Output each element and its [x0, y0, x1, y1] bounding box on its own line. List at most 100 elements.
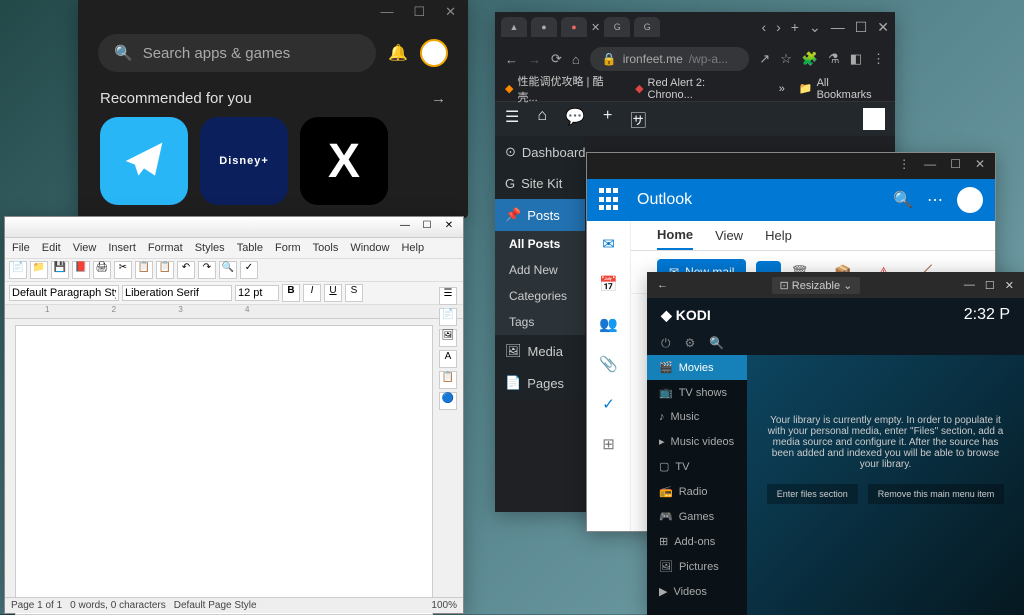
power-icon[interactable]: ⏻ — [661, 336, 671, 351]
menu-icon[interactable]: ☰ — [505, 107, 519, 131]
chrome-tab[interactable]: ▲ — [501, 17, 527, 37]
menu-movies[interactable]: 🎬 Movies — [647, 355, 747, 380]
search-icon[interactable]: 🔍 — [709, 336, 724, 351]
minimize-icon[interactable]: — — [397, 220, 413, 234]
maximize-icon[interactable]: ☐ — [413, 4, 425, 22]
comments-icon[interactable]: 💬 — [565, 107, 585, 131]
home-icon[interactable]: ⌂ — [572, 52, 580, 67]
menu-file[interactable]: File — [9, 240, 33, 256]
status-style[interactable]: Default Page Style — [174, 600, 257, 611]
maximize-icon[interactable]: ☐ — [950, 157, 961, 175]
sidebar-inspect-icon[interactable]: 🔵 — [439, 392, 457, 410]
new-tab-icon[interactable]: + — [791, 19, 799, 36]
bold-icon[interactable]: B — [282, 284, 300, 302]
labs-icon[interactable]: ⚗ — [828, 51, 840, 67]
chrome-tab[interactable]: G — [634, 17, 660, 37]
minimize-icon[interactable]: — — [924, 157, 936, 175]
chrome-tab[interactable]: ● — [561, 17, 587, 37]
menu-music[interactable]: ♪ Music — [647, 405, 747, 429]
minimize-icon[interactable]: — — [964, 279, 975, 291]
sidebar-styles-icon[interactable]: 📄 — [439, 308, 457, 326]
menu-pictures[interactable]: 🖼 Pictures — [647, 554, 747, 579]
back-icon[interactable]: ‹ — [761, 19, 766, 36]
todo-icon[interactable]: ✓ — [602, 395, 615, 413]
bookmark-item[interactable]: ◆性能调优攻略 | 酷壳... — [505, 73, 621, 105]
minimize-icon[interactable]: — — [380, 4, 393, 22]
menu-musicvideos[interactable]: ▸ Music videos — [647, 429, 747, 454]
user-avatar[interactable] — [957, 187, 983, 213]
sidebar-page-icon[interactable]: 📋 — [439, 371, 457, 389]
back-icon[interactable]: ← — [657, 279, 668, 291]
find-icon[interactable]: 🔍 — [219, 261, 237, 279]
translate-icon[interactable]: 🈂 — [630, 107, 646, 131]
app-telegram[interactable] — [100, 117, 188, 205]
redo-icon[interactable]: ↷ — [198, 261, 216, 279]
sidebar-sub-tags[interactable]: Tags — [495, 309, 585, 335]
home-icon[interactable]: ⌂ — [537, 107, 547, 131]
menu-insert[interactable]: Insert — [105, 240, 139, 256]
menu-table[interactable]: Table — [234, 240, 266, 256]
share-icon[interactable]: ↗ — [759, 51, 770, 67]
settings-icon[interactable]: ⚙ — [685, 336, 696, 351]
menu-window[interactable]: Window — [347, 240, 392, 256]
close-icon[interactable]: ✕ — [445, 4, 456, 22]
paragraph-style-select[interactable] — [9, 285, 119, 301]
menu-format[interactable]: Format — [145, 240, 186, 256]
app-disney[interactable]: Disney+ — [200, 117, 288, 205]
document-page[interactable] — [15, 325, 433, 615]
more-icon[interactable]: ⋯ — [927, 190, 943, 210]
apps-icon[interactable]: ⊞ — [602, 435, 615, 453]
cut-icon[interactable]: ✂ — [114, 261, 132, 279]
menu-view[interactable]: View — [70, 240, 100, 256]
close-icon[interactable]: ✕ — [877, 19, 889, 36]
extensions-icon[interactable]: 🧩 — [802, 51, 818, 67]
tab-home[interactable]: Home — [657, 221, 693, 250]
menu-styles[interactable]: Styles — [192, 240, 228, 256]
all-bookmarks[interactable]: 📁 All Bookmarks — [799, 77, 885, 101]
remove-menu-button[interactable]: Remove this main menu item — [868, 484, 1005, 504]
back-icon[interactable]: ← — [505, 52, 518, 67]
sidebar-properties-icon[interactable]: ☰ — [439, 287, 457, 305]
menu-form[interactable]: Form — [272, 240, 304, 256]
sidebar-item-dashboard[interactable]: ⊙ Dashboard — [495, 136, 585, 168]
app-launcher-icon[interactable] — [599, 188, 623, 212]
minimize-icon[interactable]: — — [831, 19, 845, 36]
pdf-icon[interactable]: 📕 — [72, 261, 90, 279]
font-select[interactable] — [122, 285, 232, 301]
url-input[interactable]: 🔒 ironfeet.me/wp-a... — [590, 47, 750, 71]
app-x[interactable]: X — [300, 117, 388, 205]
search-icon[interactable]: 🔍 — [893, 190, 913, 210]
menu-addons[interactable]: ⊞ Add-ons — [647, 529, 747, 554]
star-icon[interactable]: ☆ — [780, 51, 792, 67]
people-icon[interactable]: 👥 — [599, 315, 618, 333]
menu-tools[interactable]: Tools — [310, 240, 342, 256]
menu-edit[interactable]: Edit — [39, 240, 64, 256]
menu-videos[interactable]: ▶ Videos — [647, 579, 747, 604]
calendar-icon[interactable]: 📅 — [599, 275, 618, 293]
close-icon[interactable]: ✕ — [975, 157, 985, 175]
maximize-icon[interactable]: ☐ — [855, 19, 868, 36]
more-icon[interactable]: ⋮ — [898, 157, 910, 175]
close-tab-icon[interactable]: ✕ — [591, 21, 600, 34]
close-icon[interactable]: ✕ — [441, 220, 457, 234]
font-size-select[interactable] — [235, 285, 279, 301]
sidebar-navigator-icon[interactable]: A — [439, 350, 457, 368]
forward-icon[interactable]: → — [528, 52, 541, 67]
sidebar-sub-categories[interactable]: Categories — [495, 283, 585, 309]
new-icon[interactable]: 📄 — [9, 261, 27, 279]
chrome-tab[interactable]: G — [604, 17, 630, 37]
print-icon[interactable]: 🖨 — [93, 261, 111, 279]
user-avatar[interactable] — [420, 39, 448, 67]
sidebar-item-pages[interactable]: 📄 Pages — [495, 367, 585, 399]
menu-tv[interactable]: ▢ TV — [647, 454, 747, 479]
copy-icon[interactable]: 📋 — [135, 261, 153, 279]
sidebar-gallery-icon[interactable]: 🖼 — [439, 329, 457, 347]
sidebar-item-media[interactable]: 🖼 Media — [495, 335, 585, 367]
menu-icon[interactable]: ⋮ — [872, 51, 885, 67]
maximize-icon[interactable]: ☐ — [985, 279, 995, 292]
enter-files-button[interactable]: Enter files section — [767, 484, 858, 504]
forward-icon[interactable]: › — [776, 19, 781, 36]
tab-help[interactable]: Help — [765, 222, 792, 249]
save-icon[interactable]: 💾 — [51, 261, 69, 279]
menu-help[interactable]: Help — [398, 240, 427, 256]
